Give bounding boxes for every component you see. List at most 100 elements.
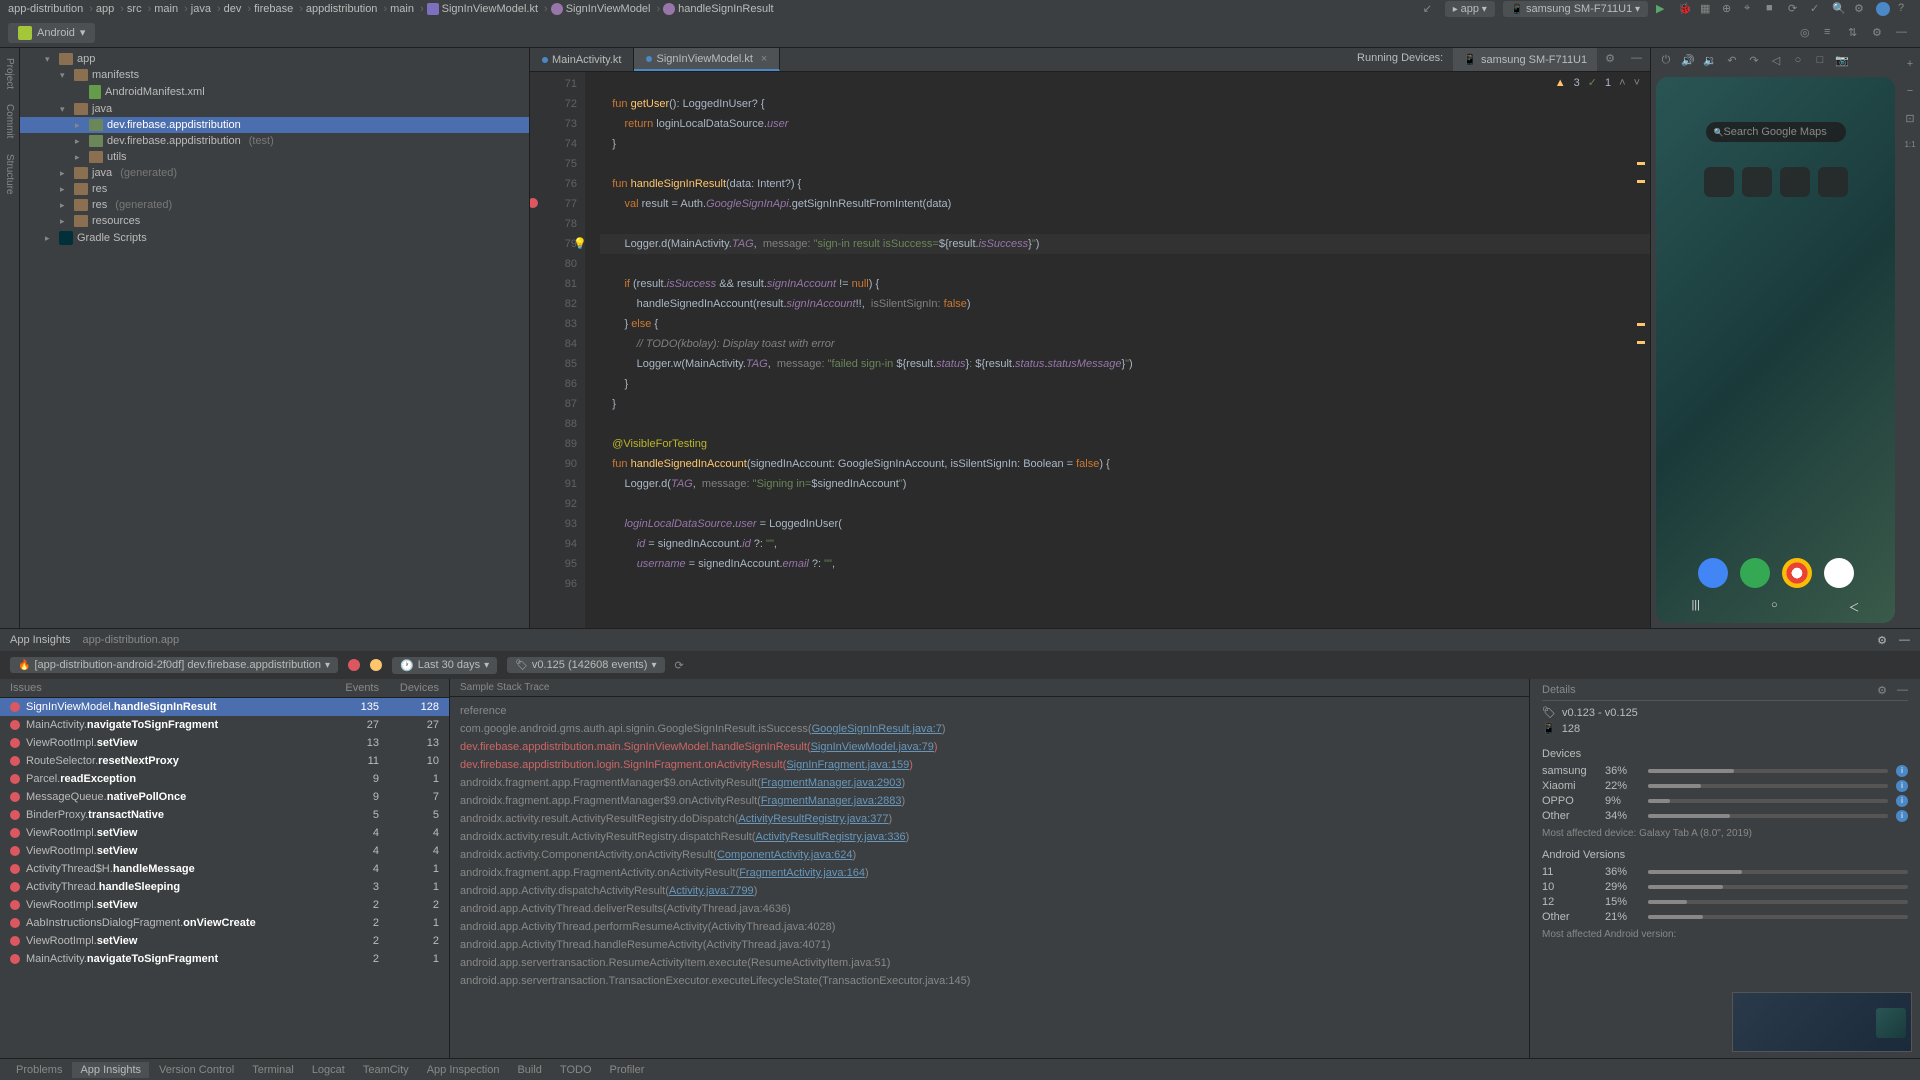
breadcrumb-segment[interactable]: dev	[224, 3, 242, 15]
help-icon[interactable]: ?	[1898, 2, 1912, 16]
breadcrumb-segment[interactable]: main	[390, 3, 414, 15]
insights-minimize-icon[interactable]: —	[1899, 634, 1910, 646]
one-to-one-icon[interactable]: 1:1	[1904, 140, 1915, 149]
breadcrumb-segment[interactable]: java	[191, 3, 211, 15]
gradle-sync-icon[interactable]: ↙	[1423, 2, 1437, 16]
expand-icon[interactable]: ≡	[1824, 26, 1838, 40]
code-line[interactable]: fun getUser(): LoggedInUser? {	[600, 94, 1650, 114]
code-line[interactable]: Logger.w(MainActivity.TAG, message: "fai…	[600, 354, 1650, 374]
attach-button[interactable]: ⌖	[1744, 2, 1758, 16]
warning-filter-icon[interactable]	[370, 659, 382, 671]
issue-row[interactable]: ActivityThread.handleSleeping31	[0, 878, 449, 896]
breadcrumb-segment[interactable]: firebase	[254, 3, 293, 15]
issue-row[interactable]: ViewRootImpl.setView22	[0, 896, 449, 914]
issue-row[interactable]: ViewRootImpl.setView44	[0, 842, 449, 860]
code-line[interactable]: }	[600, 134, 1650, 154]
stacktrace-link[interactable]: ActivityResultRegistry.java:377	[738, 813, 888, 825]
issue-row[interactable]: MainActivity.navigateToSignFragment21	[0, 950, 449, 968]
code-line[interactable]	[600, 494, 1650, 514]
device-widget[interactable]	[1742, 167, 1772, 197]
search-icon[interactable]: 🔍	[1832, 2, 1846, 16]
refresh-icon[interactable]: ⟳	[675, 659, 684, 672]
issue-row[interactable]: ViewRootImpl.setView1313	[0, 734, 449, 752]
home-icon[interactable]: ○	[1791, 54, 1805, 66]
breakpoint-icon[interactable]	[530, 198, 538, 208]
tab-signinviewmodel[interactable]: SignInViewModel.kt×	[634, 48, 780, 71]
error-filter-icon[interactable]	[348, 659, 360, 671]
dock-phone-icon[interactable]	[1740, 558, 1770, 588]
tree-pkg-test[interactable]: ▸dev.firebase.appdistribution(test)	[20, 133, 529, 149]
inspection-widget[interactable]: ▲3 ✓1 ˄ ˅	[1555, 76, 1640, 89]
code-body[interactable]: fun getUser(): LoggedInUser? { return lo…	[585, 72, 1650, 628]
tree-java-gen[interactable]: ▸java(generated)	[20, 165, 529, 181]
issue-row[interactable]: ViewRootImpl.setView44	[0, 824, 449, 842]
code-line[interactable]: Logger.d(TAG, message: "Signing in=$sign…	[600, 474, 1650, 494]
minimize-icon[interactable]: —	[1896, 26, 1910, 40]
dock-messages-icon[interactable]	[1698, 558, 1728, 588]
zoom-fit-icon[interactable]: ⊡	[1905, 112, 1914, 125]
code-line[interactable]: id = signedInAccount.id ?: "",	[600, 534, 1650, 554]
issue-row[interactable]: AabInstructionsDialogFragment.onViewCrea…	[0, 914, 449, 932]
bottom-tab-teamcity[interactable]: TeamCity	[355, 1062, 417, 1078]
project-view-selector[interactable]: Android ▾	[8, 23, 95, 43]
code-line[interactable]: } else {	[600, 314, 1650, 334]
code-line[interactable]	[600, 574, 1650, 594]
code-line[interactable]	[600, 154, 1650, 174]
breadcrumb-segment[interactable]: appdistribution	[306, 3, 378, 15]
rotate-left-icon[interactable]: ↶	[1725, 54, 1739, 67]
code-line[interactable]	[600, 254, 1650, 274]
overview-icon[interactable]: □	[1813, 54, 1827, 66]
info-icon[interactable]: i	[1896, 810, 1908, 822]
code-line[interactable]	[600, 214, 1650, 234]
stacktrace-link[interactable]: ActivityResultRegistry.java:336	[755, 831, 905, 843]
breadcrumb-segment[interactable]: app	[96, 3, 114, 15]
details-settings-icon[interactable]: ⚙	[1877, 684, 1887, 697]
issue-row[interactable]: SignInViewModel.handleSignInResult135128	[0, 698, 449, 716]
bottom-tab-version-control[interactable]: Version Control	[151, 1062, 242, 1078]
volume-up-icon[interactable]: 🔊	[1681, 54, 1695, 67]
breadcrumb-class[interactable]: SignInViewModel	[566, 3, 651, 15]
time-filter[interactable]: 🕐 Last 30 days ▾	[392, 657, 497, 674]
profiler-button[interactable]: ⊕	[1722, 2, 1736, 16]
code-line[interactable]: handleSignedInAccount(result.signInAccou…	[600, 294, 1650, 314]
issue-row[interactable]: BinderProxy.transactNative55	[0, 806, 449, 824]
issue-row[interactable]: ViewRootImpl.setView22	[0, 932, 449, 950]
project-tree[interactable]: ▾app ▾manifests AndroidManifest.xml ▾jav…	[20, 48, 530, 628]
device-search-widget[interactable]: 🔍 Search Google Maps	[1706, 122, 1846, 142]
rail-commit[interactable]: Commit	[4, 104, 15, 138]
stacktrace-link[interactable]: GoogleSignInResult.java:7	[812, 723, 942, 735]
device-widget[interactable]	[1818, 167, 1848, 197]
events-header[interactable]: Events	[319, 682, 379, 694]
screenshot-icon[interactable]: 📷	[1835, 54, 1849, 67]
breadcrumb-file[interactable]: SignInViewModel.kt	[442, 3, 538, 15]
device-widget[interactable]	[1704, 167, 1734, 197]
code-line[interactable]: username = signedInAccount.email ?: "",	[600, 554, 1650, 574]
rail-structure[interactable]: Structure	[4, 154, 15, 195]
picture-in-picture[interactable]	[1732, 992, 1912, 1052]
stacktrace-link[interactable]: SignInViewModel.java:79	[811, 741, 934, 753]
code-line[interactable]: @VisibleForTesting	[600, 434, 1650, 454]
bottom-tab-terminal[interactable]: Terminal	[244, 1062, 302, 1078]
app-id-filter[interactable]: 🔥 [app-distribution-android-2f0df] dev.f…	[10, 657, 338, 673]
volume-down-icon[interactable]: 🔉	[1703, 54, 1717, 67]
vcs-commit-icon[interactable]: ✓	[1810, 2, 1824, 16]
dock-chrome-icon[interactable]	[1782, 558, 1812, 588]
chevron-up-icon[interactable]: ˄	[1619, 77, 1625, 89]
tree-pkg-main[interactable]: ▸dev.firebase.appdistribution	[20, 117, 529, 133]
code-line[interactable]: // TODO(kbolay): Display toast with erro…	[600, 334, 1650, 354]
zoom-out-icon[interactable]: −	[1907, 85, 1913, 97]
code-line[interactable]: loginLocalDataSource.user = LoggedInUser…	[600, 514, 1650, 534]
code-line[interactable]: }	[600, 374, 1650, 394]
device-screen[interactable]: 🔍 Search Google Maps ||| ○ ＜	[1656, 77, 1895, 623]
nav-home-icon[interactable]: ○	[1771, 599, 1778, 615]
stacktrace-link[interactable]: FragmentManager.java:2883	[761, 795, 902, 807]
stacktrace-link[interactable]: Activity.java:7799	[669, 885, 754, 897]
device-settings-icon[interactable]: ⚙	[1597, 48, 1623, 71]
code-line[interactable]: 💡 Logger.d(MainActivity.TAG, message: "s…	[600, 234, 1650, 254]
bottom-tab-logcat[interactable]: Logcat	[304, 1062, 353, 1078]
zoom-in-icon[interactable]: +	[1907, 58, 1913, 70]
info-icon[interactable]: i	[1896, 795, 1908, 807]
breadcrumb-segment[interactable]: src	[127, 3, 142, 15]
bottom-tab-app-insights[interactable]: App Insights	[72, 1062, 149, 1078]
breadcrumb-segment[interactable]: main	[154, 3, 178, 15]
